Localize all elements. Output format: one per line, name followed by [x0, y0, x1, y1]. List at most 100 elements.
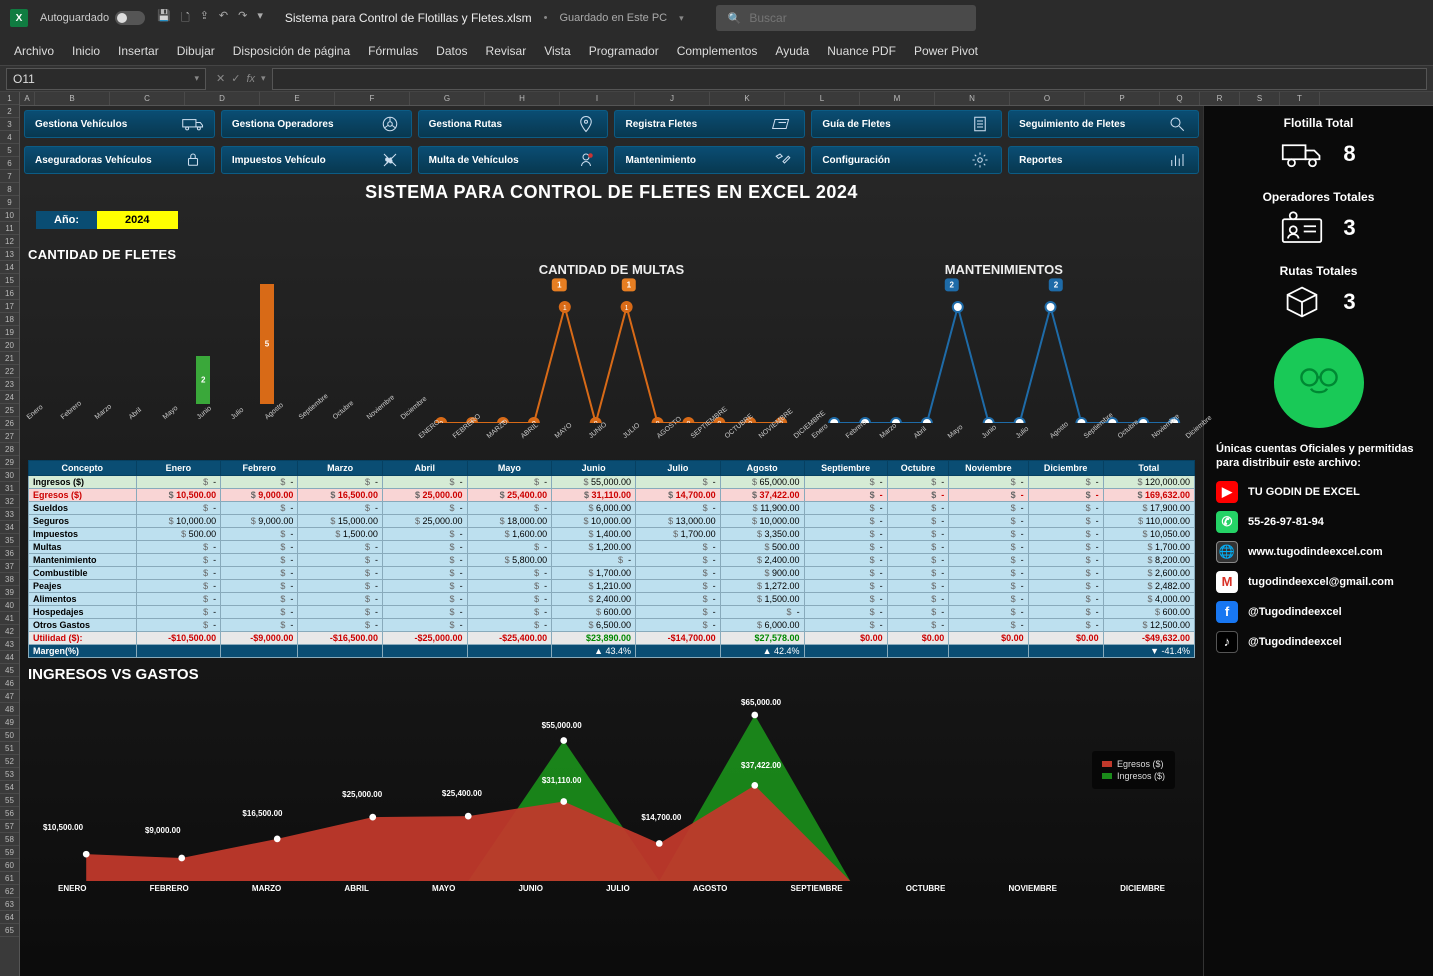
dashboard-content: Gestiona VehículosGestiona OperadoresGes… — [20, 106, 1203, 976]
excel-icon: X — [10, 9, 28, 27]
chart-multas: CANTIDAD DE MULTAS 000010100000 ENEROFEB… — [420, 262, 802, 452]
svg-text:2: 2 — [1048, 305, 1052, 312]
search-icon: 🔍 — [728, 12, 742, 25]
svg-text:0: 0 — [986, 421, 990, 423]
chart-fletes: 25 EneroFebreroMarzoAbrilMayoJunioJulioA… — [28, 262, 410, 452]
action-button[interactable]: Mantenimiento — [614, 146, 805, 174]
col-headers[interactable]: ABCDEFGHIJKLMNOPQRST — [20, 92, 1433, 106]
official-text: Únicas cuentas Oficiales y permitidas pa… — [1216, 442, 1421, 471]
autosave-toggle[interactable]: Autoguardado — [40, 11, 145, 25]
dashboard-title: SISTEMA PARA CONTROL DE FLETES EN EXCEL … — [20, 182, 1203, 203]
action-button[interactable]: Gestiona Rutas — [418, 110, 609, 138]
stat-rutas: Rutas Totales 3 — [1216, 264, 1421, 320]
ribbon-tab[interactable]: Disposición de página — [233, 44, 350, 58]
id-card-icon — [1281, 210, 1323, 246]
whatsapp-icon: ✆ — [1216, 511, 1238, 533]
formula-bar: O11▾ ✕ ✓ fx ▾ — [0, 66, 1433, 92]
svg-text:%: % — [385, 156, 392, 165]
ribbon-tab[interactable]: Power Pivot — [914, 44, 978, 58]
social-tiktok[interactable]: ♪@Tugodindeexcel — [1216, 631, 1421, 653]
social-gmail[interactable]: Mtugodindeexcel@gmail.com — [1216, 571, 1421, 593]
action-row-2: Aseguradoras VehículosImpuestos Vehículo… — [20, 142, 1203, 178]
row-headers[interactable]: 1234567891011121314151617181920212223242… — [0, 92, 20, 976]
file-name: Sistema para Control de Flotillas y Flet… — [285, 11, 532, 25]
fx-icon[interactable]: fx — [246, 73, 255, 85]
finance-table: ConceptoEneroFebreroMarzoAbrilMayoJunioJ… — [28, 460, 1195, 658]
year-selector: Año: 2024 — [36, 211, 320, 229]
svg-text:0: 0 — [832, 421, 836, 423]
search-input[interactable] — [749, 11, 963, 25]
action-button[interactable]: Impuestos Vehículo% — [221, 146, 412, 174]
ribbon-tab[interactable]: Fórmulas — [368, 44, 418, 58]
action-button[interactable]: Multa de Vehículos — [418, 146, 609, 174]
ribbon-tab[interactable]: Nuance PDF — [827, 44, 896, 58]
name-box[interactable]: O11▾ — [6, 68, 206, 90]
new-icon[interactable]: 🗋 — [181, 9, 190, 28]
ribbon-tab[interactable]: Revisar — [486, 44, 527, 58]
social-web[interactable]: 🌐www.tugodindeexcel.com — [1216, 541, 1421, 563]
svg-text:0: 0 — [687, 421, 691, 423]
action-button[interactable]: Configuración — [811, 146, 1002, 174]
svg-text:0: 0 — [594, 421, 598, 423]
svg-text:1: 1 — [625, 305, 629, 312]
legend: Egresos ($) Ingresos ($) — [1092, 751, 1175, 789]
share-icon[interactable]: ⇪ — [200, 9, 209, 28]
action-button[interactable]: Reportes — [1008, 146, 1199, 174]
svg-text:0: 0 — [1141, 421, 1145, 423]
right-panel: Flotilla Total 8 Operadores Totales 3 Ru… — [1203, 106, 1433, 976]
charts-row: 25 EneroFebreroMarzoAbrilMayoJunioJulioA… — [20, 262, 1203, 452]
undo-icon[interactable]: ↶ — [219, 9, 228, 28]
svg-text:0: 0 — [1079, 421, 1083, 423]
action-button[interactable]: Gestiona Operadores — [221, 110, 412, 138]
formula-input[interactable] — [272, 68, 1427, 90]
ribbon-tab[interactable]: Insertar — [118, 44, 159, 58]
svg-text:0: 0 — [718, 421, 722, 423]
social-youtube[interactable]: ▶TU GODIN DE EXCEL — [1216, 481, 1421, 503]
svg-text:0: 0 — [1017, 421, 1021, 423]
redo-icon[interactable]: ↷ — [238, 9, 247, 28]
action-button[interactable]: Guía de Fletes — [811, 110, 1002, 138]
svg-text:0: 0 — [656, 421, 660, 423]
stat-operadores: Operadores Totales 3 — [1216, 190, 1421, 246]
toggle-switch[interactable] — [115, 11, 145, 25]
ribbon-tab[interactable]: Complementos — [677, 44, 758, 58]
year-value[interactable]: 2024 — [97, 211, 177, 229]
save-icon[interactable]: 💾 — [157, 9, 171, 28]
search-box[interactable]: 🔍 — [716, 5, 976, 31]
ribbon-tab[interactable]: Vista — [544, 44, 570, 58]
cancel-icon[interactable]: ✕ — [216, 72, 225, 85]
fletes-title: CANTIDAD DE FLETES — [28, 247, 328, 262]
tiktok-icon: ♪ — [1216, 631, 1238, 653]
ribbon-tab[interactable]: Inicio — [72, 44, 100, 58]
ribbon-tab[interactable]: Archivo — [14, 44, 54, 58]
ribbon-tab[interactable]: Dibujar — [177, 44, 215, 58]
svg-text:0: 0 — [1110, 421, 1114, 423]
gmail-icon: M — [1216, 571, 1238, 593]
ribbon-tab[interactable]: Ayuda — [775, 44, 809, 58]
social-whatsapp[interactable]: ✆55-26-97-81-94 — [1216, 511, 1421, 533]
ribbon-tabs: Archivo Inicio Insertar Dibujar Disposición … — [0, 36, 1433, 66]
svg-text:0: 0 — [894, 421, 898, 423]
svg-text:0: 0 — [925, 421, 929, 423]
stat-flotilla: Flotilla Total 8 — [1216, 116, 1421, 172]
box-icon — [1281, 284, 1323, 320]
title-bar: X Autoguardado 💾 🗋 ⇪ ↶ ↷ ▾ Sistema para … — [0, 0, 1433, 36]
enter-icon[interactable]: ✓ — [231, 72, 240, 85]
worksheet: 1234567891011121314151617181920212223242… — [0, 92, 1433, 976]
quick-access: 💾 🗋 ⇪ ↶ ↷ ▾ — [157, 9, 263, 28]
action-button[interactable]: Aseguradoras Vehículos — [24, 146, 215, 174]
ribbon-tab[interactable]: Datos — [436, 44, 467, 58]
action-button[interactable]: Seguimiento de Fletes — [1008, 110, 1199, 138]
action-button[interactable]: Gestiona Vehículos — [24, 110, 215, 138]
svg-text:2: 2 — [956, 305, 960, 312]
save-location: Guardado en Este PC — [559, 12, 667, 24]
facebook-icon: f — [1216, 601, 1238, 623]
more-icon[interactable]: ▾ — [257, 9, 263, 28]
action-row-1: Gestiona VehículosGestiona OperadoresGes… — [20, 106, 1203, 142]
brand-logo — [1274, 338, 1364, 428]
youtube-icon: ▶ — [1216, 481, 1238, 503]
action-button[interactable]: Registra Fletes — [614, 110, 805, 138]
chart-ingresos-gastos: INGRESOS VS GASTOS Egresos ($) Ingresos … — [28, 666, 1195, 886]
ribbon-tab[interactable]: Programador — [589, 44, 659, 58]
social-facebook[interactable]: f@Tugodindeexcel — [1216, 601, 1421, 623]
